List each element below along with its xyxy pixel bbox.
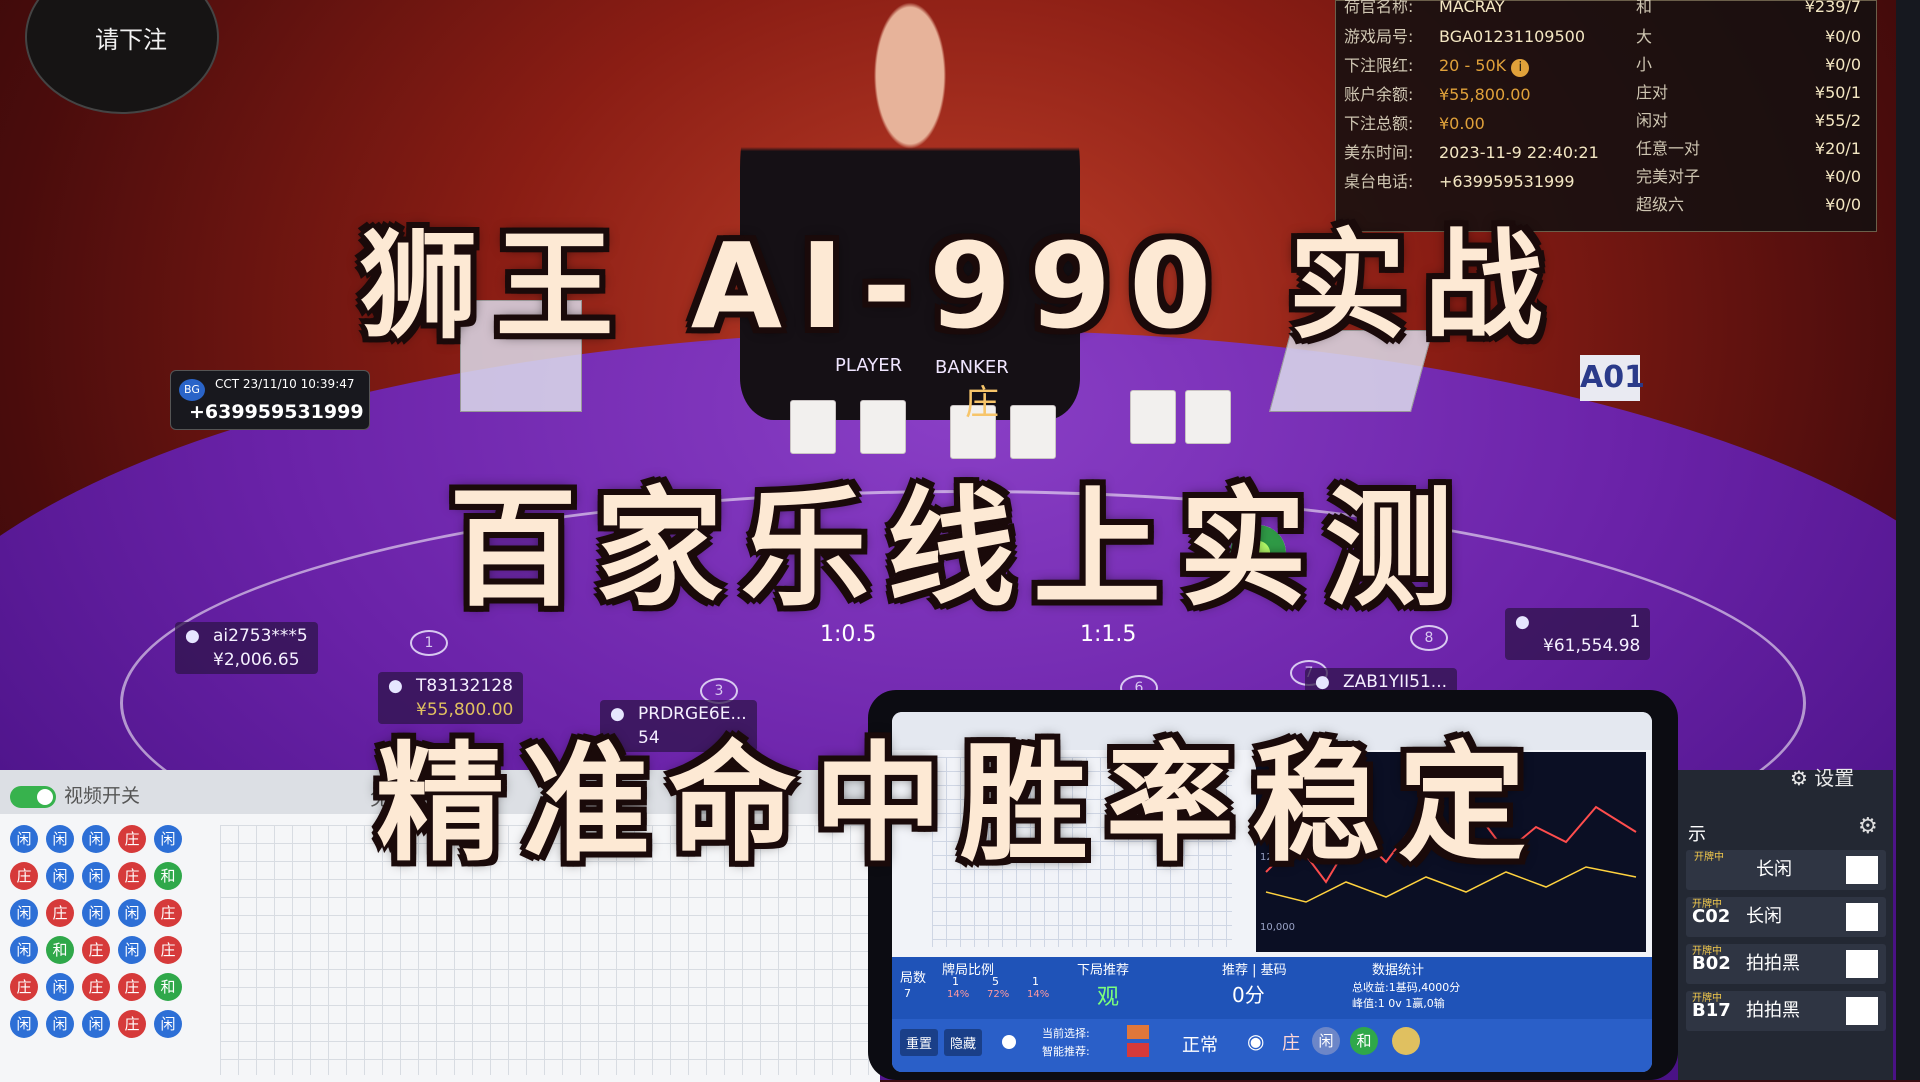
odds-row: 和 ¥239/7 — [1636, 0, 1861, 16]
seat-number: 1 — [410, 630, 448, 656]
bead-result: 庄 — [82, 936, 110, 964]
info-row-dealer: 荷官名称: MACRAY — [1344, 0, 1505, 16]
bead-result: 闲 — [118, 899, 146, 927]
select-chip[interactable] — [1127, 1025, 1149, 1039]
bead-result: 和 — [46, 936, 74, 964]
camera-icon[interactable]: ◉ — [1247, 1029, 1264, 1053]
recommend-value: 观 — [1097, 985, 1120, 1010]
banker-bet-button[interactable]: 庄 — [1282, 1029, 1300, 1055]
info-icon[interactable]: i — [1511, 59, 1530, 77]
odds-row: 大 ¥0/0 — [1636, 27, 1861, 46]
player-bet-button[interactable]: 闲 — [1312, 1027, 1340, 1055]
odds-row: 任意一对 ¥20/1 — [1636, 139, 1861, 158]
cct-time: CCT 23/11/10 10:39:47 — [215, 377, 355, 391]
user-icon: ● — [388, 676, 403, 696]
info-row-round: 游戏局号: BGA01231109500 — [1344, 27, 1586, 46]
overlay-title-line3: 精准命中胜率稳定 — [375, 730, 1544, 879]
cct-phone: +639959531999 — [189, 401, 364, 423]
bead-result: 庄 — [118, 973, 146, 1001]
bg-logo-icon: BG — [179, 379, 205, 401]
odds-row: 庄对 ¥50/1 — [1636, 83, 1861, 102]
banker-cn-label: 庄 — [965, 383, 999, 423]
info-row-balance: 账户余额: ¥55,800.00 — [1344, 85, 1531, 104]
mode-label: 正常 — [1182, 1035, 1218, 1056]
bead-result: 闲 — [82, 899, 110, 927]
count-value: 1 — [952, 975, 959, 988]
info-row-time: 美东时间: 2023-11-9 22:40:21 — [1344, 143, 1599, 162]
recommend-points: 0分 — [1232, 983, 1265, 1007]
odds-row: 小 ¥0/0 — [1636, 55, 1861, 74]
place-bet-status: 请下注 — [95, 26, 167, 54]
bead-result: 闲 — [118, 936, 146, 964]
recommend-chip[interactable] — [1127, 1043, 1149, 1057]
hide-button[interactable]: 隐藏 — [944, 1029, 983, 1056]
overlay-title-line1: 狮王 AI-990 实战 — [359, 217, 1561, 355]
count-value: 5 — [992, 975, 999, 988]
table-card — [1185, 390, 1231, 444]
table-list-item[interactable]: 开牌中 B02 拍拍黑 — [1686, 944, 1886, 984]
bead-result: 和 — [154, 973, 182, 1001]
info-row-bet-total: 下注总额: ¥0.00 — [1344, 114, 1485, 133]
status-dot — [1002, 1035, 1016, 1049]
bead-result: 庄 — [82, 973, 110, 1001]
shoe-id-plate: A01 — [1580, 355, 1645, 401]
table-list-item[interactable]: 开牌中 B17 拍拍黑 — [1686, 991, 1886, 1031]
current-select-label: 当前选择: — [1042, 1027, 1090, 1040]
bead-result: 闲 — [46, 1010, 74, 1038]
table-list-item[interactable]: 开牌中 C02 长闲 — [1686, 897, 1886, 937]
reset-button[interactable]: 重置 — [900, 1029, 939, 1056]
percent-value: 14% — [1027, 989, 1050, 1000]
stats-label: 数据统计 — [1372, 963, 1425, 978]
stats-label: 牌局比例 — [942, 963, 995, 978]
profit-note: 总收益:1基码,4000分 — [1352, 981, 1461, 994]
stats-label: 下局推荐 — [1077, 963, 1130, 978]
peak-note: 峰值:1 0v 1赢,0输 — [1352, 997, 1445, 1010]
phone-control-bar: 重置 隐藏 当前选择: 智能推荐: 正常 ◉ 庄 闲 和 — [892, 1019, 1652, 1072]
info-row-limit: 下注限红: 20 - 50K i — [1344, 54, 1530, 78]
odds-row: 完美对子 ¥0/0 — [1636, 167, 1861, 186]
smart-recommend-label: 智能推荐: — [1042, 1045, 1090, 1058]
axis-tick: 10,000 — [1260, 922, 1295, 933]
table-info-badge: BG CCT 23/11/10 10:39:47 +639959531999 — [170, 370, 370, 430]
tie-bet-button[interactable]: 和 — [1350, 1027, 1378, 1055]
stats-label: 局数 — [900, 971, 927, 986]
odds-row: 闲对 ¥55/2 — [1636, 111, 1861, 130]
bead-result: 闲 — [10, 936, 38, 964]
bead-result: 闲 — [154, 1010, 182, 1038]
percent-value: 72% — [987, 989, 1010, 1000]
stats-label: 推荐 | 基码 — [1222, 963, 1287, 978]
count-value: 7 — [904, 987, 911, 1000]
bead-result: 闲 — [46, 973, 74, 1001]
chip-icon[interactable] — [1392, 1027, 1420, 1055]
bead-result: 闲 — [10, 899, 38, 927]
bead-result: 庄 — [46, 899, 74, 927]
bead-result: 闲 — [82, 1010, 110, 1038]
bead-result: 闲 — [10, 1010, 38, 1038]
percent-value: 14% — [947, 989, 970, 1000]
count-value: 1 — [1032, 975, 1039, 988]
phone-stats-bar: 局数 牌局比例 下局推荐 推荐 | 基码 数据统计 7 1 5 1 14% 72… — [892, 957, 1652, 1072]
bead-result: 庄 — [10, 973, 38, 1001]
bead-result: 庄 — [118, 1010, 146, 1038]
overlay-title-line2: 百家乐线上实测 — [448, 475, 1471, 624]
bead-result: 庄 — [154, 899, 182, 927]
table-card — [1130, 390, 1176, 444]
bead-result: 庄 — [154, 936, 182, 964]
